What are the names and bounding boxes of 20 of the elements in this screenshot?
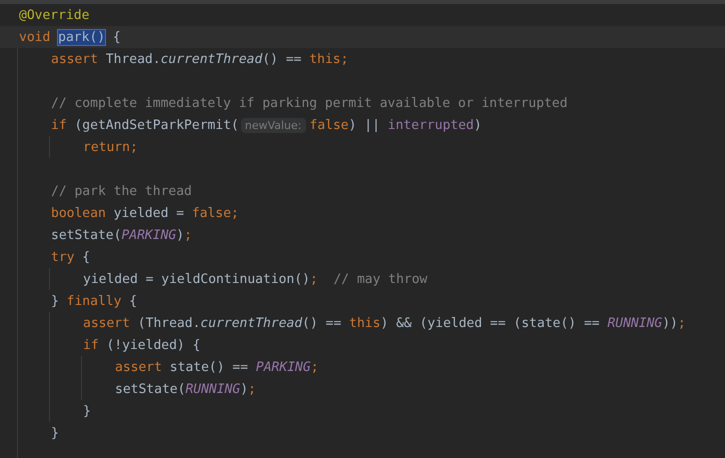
code-line: boolean yielded = false; [51,206,239,220]
code-line: void park() { [19,30,121,44]
code-line: yielded = yieldContinuation(); // may throw [83,272,428,286]
code-line: assert state() == PARKING; [115,360,319,374]
code-line: assert Thread.currentThread() == this; [51,52,348,66]
code-line: } [83,404,91,418]
code-line: if (!yielded) { [83,338,200,352]
code-line: // complete immediately if parking permit available or interrupted [51,96,568,110]
code-line: return; [83,140,138,154]
code-line: @Override [19,8,90,22]
parameter-hint: newValue: [240,118,306,132]
code-line: false) || interrupted) [310,118,482,132]
code-line: setState(PARKING); [51,228,192,242]
code-line: if (getAndSetParkPermit( [51,118,239,132]
code-line: } finally { [51,294,138,308]
code-line: // park the thread [51,184,192,198]
code-line: assert (Thread.currentThread() == this) && (yielded == (state() == RUNNING)); [83,316,686,330]
code-line: setState(RUNNING); [115,382,256,396]
code-line: } [51,426,59,440]
code-line: try { [51,250,90,264]
